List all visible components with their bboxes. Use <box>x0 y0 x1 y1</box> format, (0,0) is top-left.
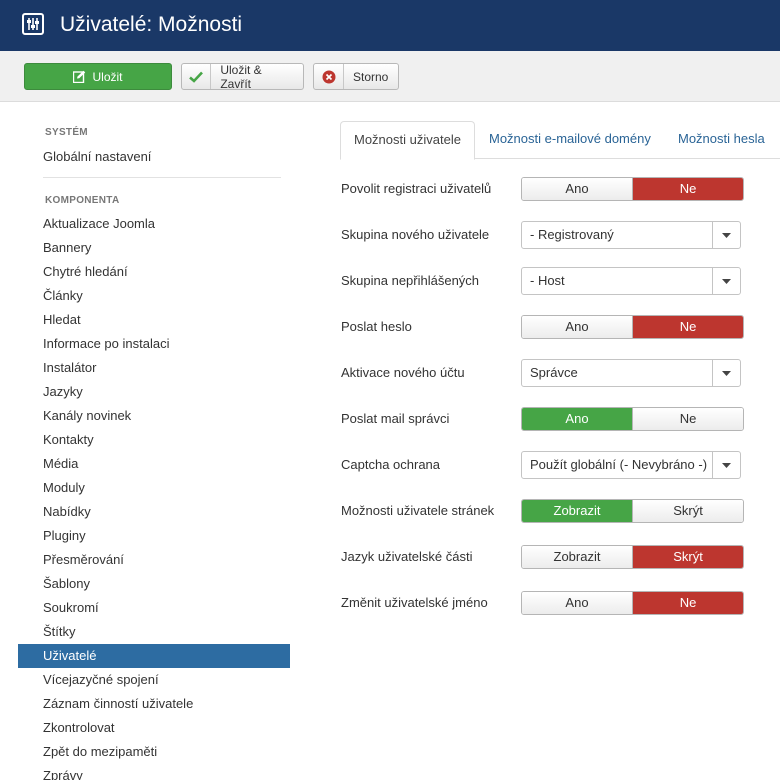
sidebar-heading-component: KOMPONENTA <box>45 195 120 206</box>
sidebar-item-soukromi[interactable]: Soukromí <box>18 596 290 620</box>
field-label-zmenit-uzivatelske-jmeno: Změnit uživatelské jméno <box>341 595 488 610</box>
sidebar-heading-system: SYSTÉM <box>45 127 88 138</box>
tab-user-options[interactable]: Možnosti uživatele <box>340 121 475 160</box>
sidebar-item-chytre-hledani[interactable]: Chytré hledání <box>18 260 290 284</box>
edit-icon <box>73 64 86 89</box>
sidebar-item-zaznam-cinnosti-uzivatele[interactable]: Záznam činností uživatele <box>18 692 290 716</box>
toggle-option-zobrazit[interactable]: Zobrazit <box>522 500 632 522</box>
sidebar-item-pluginy[interactable]: Pluginy <box>18 524 290 548</box>
sidebar-item-kontakty[interactable]: Kontakty <box>18 428 290 452</box>
save-button[interactable]: Uložit <box>24 63 172 90</box>
select-captcha-ochrana[interactable]: Použít globální (- Nevybráno -) <box>521 451 741 479</box>
save-close-button[interactable]: Uložit & Zavřít <box>181 62 304 91</box>
toolbar: Uložit Uložit & Zavřít Storno <box>0 51 780 102</box>
field-label-skupina-noveho-uzivatele: Skupina nového uživatele <box>341 227 490 242</box>
cancel-button-label: Storno <box>353 69 389 84</box>
sidebar-item-instalator[interactable]: Instalátor <box>18 356 290 380</box>
toggle-option-zobrazit[interactable]: Zobrazit <box>522 546 632 568</box>
field-label-aktivace-noveho-uctu: Aktivace nového účtu <box>341 365 465 380</box>
sidebar-item-zpet-do-mezipameti[interactable]: Zpět do mezipaměti <box>18 740 290 764</box>
tab-password-options[interactable]: Možnosti hesla <box>665 121 778 159</box>
toggle-option-ne[interactable]: Ne <box>632 178 743 200</box>
select-value: Správce <box>530 365 578 380</box>
select-skupina-noveho-uzivatele[interactable]: - Registrovaný <box>521 221 741 249</box>
save-button-label: Uložit <box>92 69 123 84</box>
sidebar-divider <box>43 177 281 178</box>
toggle-povolit-registraci-uzivatelu: Ano Ne <box>521 177 744 201</box>
field-label-povolit-registraci-uzivatelu: Povolit registraci uživatelů <box>341 181 492 196</box>
toggle-option-skryt[interactable]: Skrýt <box>632 546 743 568</box>
sidebar-item-jazyky[interactable]: Jazyky <box>18 380 290 404</box>
sidebar-item-clanky[interactable]: Články <box>18 284 290 308</box>
page-title: Uživatelé: Možnosti <box>60 13 243 36</box>
sidebar-item-uzivatele[interactable]: Uživatelé <box>18 644 290 668</box>
toggle-option-ne[interactable]: Ne <box>632 316 743 338</box>
toggle-jazyk-uzivatelske-casti: Zobrazit Skrýt <box>521 545 744 569</box>
sliders-icon <box>22 13 44 35</box>
toggle-option-ano[interactable]: Ano <box>522 316 632 338</box>
field-label-jazyk-uzivatelske-casti: Jazyk uživatelské části <box>341 549 473 564</box>
sidebar-item-zpravy[interactable]: Zprávy <box>18 764 290 780</box>
caret-down-icon[interactable] <box>712 268 740 294</box>
sidebar-item-presmerovani[interactable]: Přesměrování <box>18 548 290 572</box>
toggle-option-ne[interactable]: Ne <box>632 408 743 430</box>
sidebar-item-aktualizace-joomla[interactable]: Aktualizace Joomla <box>18 212 290 236</box>
cancel-circle-icon <box>314 64 344 89</box>
sidebar-item-zkontrolovat[interactable]: Zkontrolovat <box>18 716 290 740</box>
field-label-captcha-ochrana: Captcha ochrana <box>341 457 441 472</box>
select-aktivace-noveho-uctu[interactable]: Správce <box>521 359 741 387</box>
sidebar-item-nabidky[interactable]: Nabídky <box>18 500 290 524</box>
save-close-button-label: Uložit & Zavřít <box>220 62 262 91</box>
app-header: Uživatelé: Možnosti <box>0 0 780 51</box>
select-value: - Registrovaný <box>530 227 614 242</box>
tab-email-domain-options[interactable]: Možnosti e-mailové domény <box>476 121 664 159</box>
caret-down-icon[interactable] <box>712 452 740 478</box>
toggle-zmenit-uzivatelske-jmeno: Ano Ne <box>521 591 744 615</box>
check-icon <box>182 64 212 89</box>
select-skupina-neprihlasenych[interactable]: - Host <box>521 267 741 295</box>
toggle-option-ano[interactable]: Ano <box>522 178 632 200</box>
toggle-option-skryt[interactable]: Skrýt <box>632 500 743 522</box>
sidebar-item-bannery[interactable]: Bannery <box>18 236 290 260</box>
field-label-poslat-heslo: Poslat heslo <box>341 319 412 334</box>
cancel-button[interactable]: Storno <box>313 63 399 90</box>
sidebar-item-hledat[interactable]: Hledat <box>18 308 290 332</box>
tab-bar: Možnosti uživatele Možnosti e-mailové do… <box>340 121 780 160</box>
caret-down-icon[interactable] <box>712 360 740 386</box>
field-label-moznosti-uzivatele-stranek: Možnosti uživatele stránek <box>341 503 495 518</box>
toggle-option-ano[interactable]: Ano <box>522 408 632 430</box>
sidebar-item-sablony[interactable]: Šablony <box>18 572 290 596</box>
toggle-moznosti-uzivatele-stranek: Zobrazit Skrýt <box>521 499 744 523</box>
toggle-option-ano[interactable]: Ano <box>522 592 632 614</box>
toggle-poslat-heslo: Ano Ne <box>521 315 744 339</box>
caret-down-icon[interactable] <box>712 222 740 248</box>
sidebar-item-moduly[interactable]: Moduly <box>18 476 290 500</box>
sidebar-item-informace-po-instalaci[interactable]: Informace po instalaci <box>18 332 290 356</box>
sidebar-item-vicejazycne-spojeni[interactable]: Vícejazyčné spojení <box>18 668 290 692</box>
toggle-poslat-mail-spravci: Ano Ne <box>521 407 744 431</box>
field-label-poslat-mail-spravci: Poslat mail správci <box>341 411 450 426</box>
select-value: Použít globální (- Nevybráno -) <box>530 457 708 472</box>
field-label-skupina-neprihlasenych: Skupina nepřihlášených <box>341 273 480 288</box>
sidebar-item-stitky[interactable]: Štítky <box>18 620 290 644</box>
sidebar-item-global-settings[interactable]: Globální nastavení <box>18 145 290 169</box>
sidebar-item-kanaly-novinek[interactable]: Kanály novinek <box>18 404 290 428</box>
sidebar-item-media[interactable]: Média <box>18 452 290 476</box>
toggle-option-ne[interactable]: Ne <box>632 592 743 614</box>
select-value: - Host <box>530 273 565 288</box>
